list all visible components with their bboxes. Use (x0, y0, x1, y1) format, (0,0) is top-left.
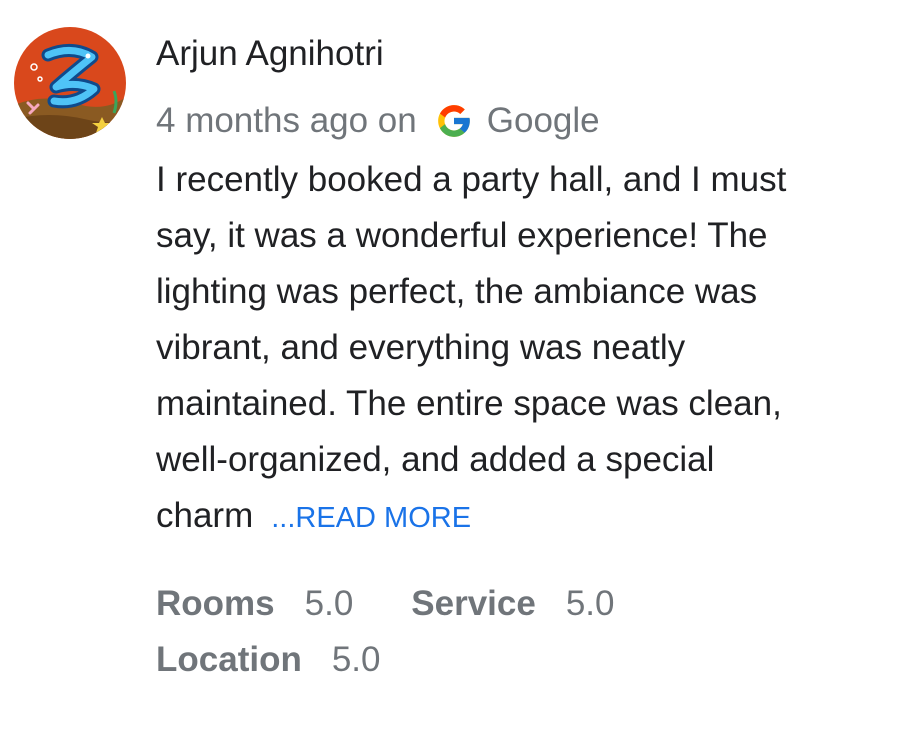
rating-value: 5.0 (304, 584, 354, 623)
rating-value: 5.0 (565, 584, 615, 623)
review-card: Arjun Agnihotri 4 months ago on Google I… (0, 0, 919, 732)
rating-row: Rooms 5.0 Service 5.0 (156, 576, 615, 632)
avatar-image (14, 27, 126, 139)
review-meta: 4 months ago on Google (156, 99, 600, 143)
google-g-icon (435, 102, 473, 140)
rating-service: Service 5.0 (411, 576, 614, 632)
source-name: Google (486, 101, 600, 140)
review-text: I recently booked a party hall, and I mu… (156, 152, 896, 546)
review-text-line: well-organized, and added a special (156, 440, 715, 479)
sub-ratings: Rooms 5.0 Service 5.0 Location 5.0 (156, 576, 615, 688)
rating-rooms: Rooms 5.0 (156, 576, 353, 632)
review-text-line: lighting was perfect, the ambiance was (156, 272, 758, 311)
review-text-line: vibrant, and everything was neatly (156, 328, 686, 367)
review-text-line: maintained. The entire space was clean, (156, 384, 782, 423)
author-name[interactable]: Arjun Agnihotri (156, 32, 384, 76)
review-text-line: charm (156, 496, 254, 535)
rating-location: Location 5.0 (156, 632, 380, 688)
avatar[interactable] (14, 27, 126, 139)
review-text-line: I recently booked a party hall, and I mu… (156, 160, 787, 199)
rating-label: Location (156, 640, 302, 679)
time-ago: 4 months ago on (156, 101, 417, 140)
review-text-line: say, it was a wonderful experience! The (156, 216, 768, 255)
rating-value: 5.0 (331, 640, 381, 679)
review-text-last-line: charm ...READ MORE (156, 488, 896, 546)
rating-label: Service (411, 584, 536, 623)
read-more-link[interactable]: ...READ MORE (271, 502, 471, 534)
rating-row: Location 5.0 (156, 632, 615, 688)
rating-label: Rooms (156, 584, 275, 623)
